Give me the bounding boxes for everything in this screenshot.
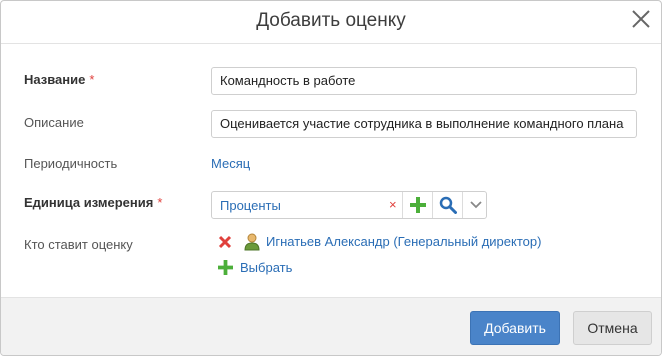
description-input[interactable]: Оценивается участие сотрудника в выполне…: [211, 110, 637, 138]
close-icon[interactable]: [629, 7, 653, 31]
unit-dropdown-button[interactable]: [462, 192, 488, 218]
dialog-title: Добавить оценку: [256, 10, 406, 31]
add-button[interactable]: Добавить: [470, 311, 560, 345]
unit-value[interactable]: Проценты: [220, 198, 281, 213]
periodicity-label: Периодичность: [24, 156, 118, 171]
name-label: Название *: [24, 72, 94, 87]
description-label: Описание: [24, 115, 84, 130]
dialog-header: Добавить оценку: [1, 1, 661, 44]
choose-label: Выбрать: [240, 260, 293, 275]
name-label-text: Название: [24, 72, 86, 87]
unit-label: Единица измерения *: [24, 195, 162, 210]
evaluator-label: Кто ставит оценку: [24, 237, 133, 252]
search-icon: [439, 196, 457, 214]
evaluator-person-link[interactable]: Игнатьев Александр (Генеральный директор…: [266, 234, 541, 249]
unit-selector: Проценты ×: [211, 191, 487, 219]
clear-icon[interactable]: ×: [389, 197, 397, 212]
required-mark: *: [89, 72, 95, 87]
name-input[interactable]: Командность в работе: [211, 67, 637, 95]
cancel-button[interactable]: Отмена: [573, 311, 652, 345]
add-unit-button[interactable]: [402, 192, 433, 218]
user-icon: [243, 233, 261, 254]
remove-icon[interactable]: [218, 235, 232, 252]
chevron-down-icon: [469, 201, 482, 209]
required-mark: *: [157, 195, 163, 210]
add-assessment-dialog: Добавить оценку Название * Командность в …: [0, 0, 662, 356]
unit-label-text: Единица измерения: [24, 195, 154, 210]
periodicity-link[interactable]: Месяц: [211, 156, 250, 171]
plus-icon: [218, 260, 233, 278]
dialog-footer: Добавить Отмена: [1, 297, 661, 355]
plus-icon: [410, 197, 426, 213]
search-unit-button[interactable]: [432, 192, 463, 218]
